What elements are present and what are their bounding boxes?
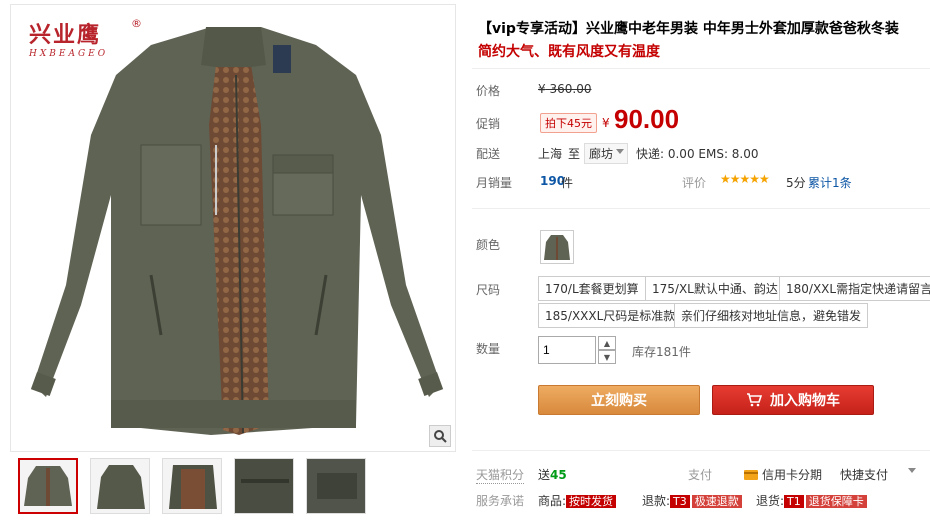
price-label: 价格 xyxy=(476,84,501,98)
credit-card-icon xyxy=(744,469,758,480)
points-value: 送45 xyxy=(538,468,567,482)
product-title: 【vip专享活动】兴业鹰中老年男装 中年男士外套加厚款爸爸秋冬装 xyxy=(478,21,899,37)
promo-label: 促销 xyxy=(476,117,501,131)
promo-currency: ¥ xyxy=(602,116,610,130)
service-return: 退货: T1 退货保障卡 xyxy=(756,492,869,509)
color-swatch-green[interactable] xyxy=(540,230,574,264)
shipping-label: 配送 xyxy=(476,147,501,161)
cart-icon xyxy=(747,393,762,407)
quantity-increase-button[interactable]: ▲ xyxy=(598,336,616,350)
credit-installment[interactable]: 信用卡分期 xyxy=(744,466,822,483)
pay-label: 支付 xyxy=(688,468,713,482)
add-to-cart-label: 加入购物车 xyxy=(770,393,840,409)
original-price: ¥ 360.00 xyxy=(538,82,592,96)
thumbnail-front[interactable] xyxy=(18,458,78,514)
size-option-note[interactable]: 亲们仔细核对地址信息，避免错发 xyxy=(674,303,869,328)
return-code-tag: T1 xyxy=(784,495,804,508)
promo-badge: 拍下45元 xyxy=(540,113,597,133)
thumbnail-detail-1[interactable] xyxy=(234,458,294,514)
add-to-cart-button[interactable]: 加入购物车 xyxy=(712,385,874,415)
chevron-down-icon xyxy=(616,149,625,154)
rating-stars: ★★★★★ xyxy=(720,172,770,186)
reviews-link[interactable]: 累计1条 xyxy=(808,174,852,191)
color-label: 颜色 xyxy=(476,238,501,252)
thumbnail-strip xyxy=(18,458,366,514)
size-option-185[interactable]: 185/XXXL尺码是标准款 xyxy=(538,303,683,328)
quantity-label: 数量 xyxy=(476,342,501,356)
service-refund: 退款: T3 极速退款 xyxy=(642,492,744,509)
fast-refund-tag[interactable]: 极速退款 xyxy=(691,495,742,508)
divider xyxy=(472,450,930,451)
points-label[interactable]: 天猫积分 xyxy=(476,466,525,484)
quick-pay[interactable]: 快捷支付 xyxy=(840,466,888,483)
divider xyxy=(472,208,930,209)
thumbnail-side[interactable] xyxy=(90,458,150,514)
stock-text: 库存181件 xyxy=(632,345,691,359)
brand-subtitle: HXBEAGEO xyxy=(29,49,109,59)
rating-label: 评价 xyxy=(682,176,707,190)
quantity-input[interactable] xyxy=(538,336,596,364)
shipping-from: 上海 xyxy=(538,147,563,161)
rating-score: 5分 xyxy=(786,176,806,190)
size-option-180[interactable]: 180/XXL需指定快递请留言 xyxy=(779,276,930,301)
shipping-to-word: 至 xyxy=(568,147,581,161)
divider xyxy=(472,68,930,69)
refund-code-tag: T3 xyxy=(670,495,690,508)
size-option-170[interactable]: 170/L套餐更划算 xyxy=(538,276,646,301)
main-product-image[interactable]: 兴业鹰 ® HXBEAGEO xyxy=(10,4,456,452)
thumbnail-lining[interactable] xyxy=(162,458,222,514)
buy-now-button[interactable]: 立刻购买 xyxy=(538,385,700,415)
return-guarantee-tag[interactable]: 退货保障卡 xyxy=(805,495,867,508)
chevron-down-icon[interactable] xyxy=(908,468,916,473)
brand-registered-mark: ® xyxy=(131,17,142,30)
quantity-decrease-button[interactable]: ▼ xyxy=(598,350,616,364)
size-label: 尺码 xyxy=(476,283,501,297)
shipping-destination-select[interactable]: 廊坊 xyxy=(584,143,629,164)
brand-logo: 兴业鹰 xyxy=(29,22,102,48)
product-subtitle: 简约大气、既有风度又有温度 xyxy=(478,44,660,60)
sales-label: 月销量 xyxy=(476,176,513,190)
size-option-175[interactable]: 175/XL默认中通、韵达 xyxy=(645,276,785,301)
zoom-icon[interactable] xyxy=(429,425,451,447)
service-promise-label: 服务承诺 xyxy=(476,494,525,508)
promo-price: 90.00 xyxy=(614,104,680,134)
thumbnail-detail-2[interactable] xyxy=(306,458,366,514)
service-goods: 商品: 按时发货 xyxy=(538,492,618,509)
jacket-image xyxy=(30,27,444,435)
shipping-fees: 快递: 0.00 EMS: 8.00 xyxy=(636,147,759,161)
sales-unit: 件 xyxy=(561,176,574,190)
on-time-delivery-tag[interactable]: 按时发货 xyxy=(566,495,617,508)
